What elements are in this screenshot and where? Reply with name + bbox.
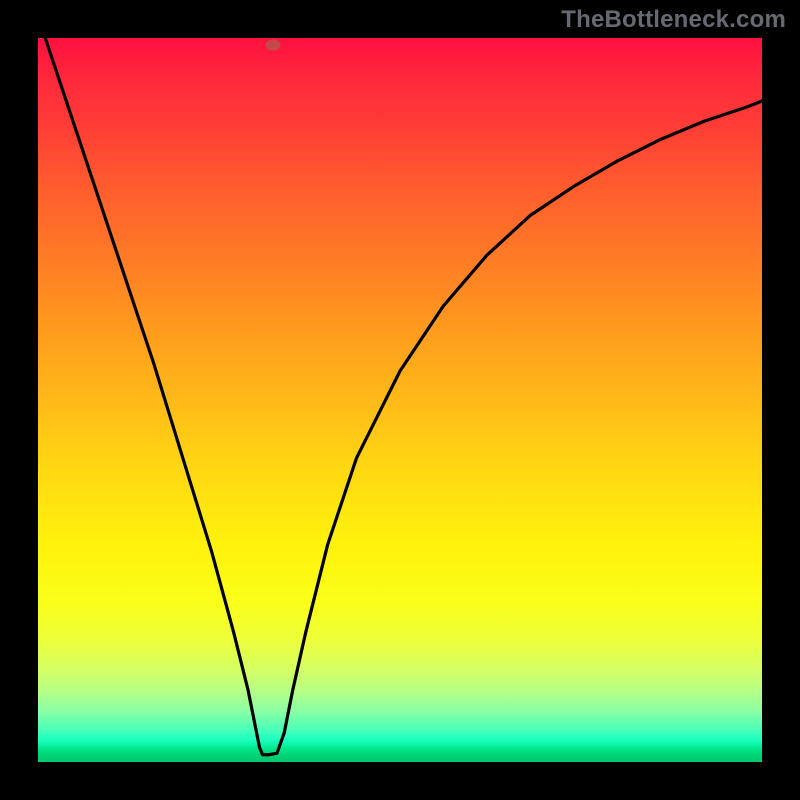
- watermark-text: TheBottleneck.com: [561, 6, 786, 34]
- background-gradient: [38, 38, 762, 762]
- minimum-marker: [266, 39, 281, 50]
- watermark-link[interactable]: TheBottleneck.com: [561, 6, 786, 34]
- chart-frame: TheBottleneck.com: [0, 0, 800, 800]
- plot-area: [38, 38, 762, 762]
